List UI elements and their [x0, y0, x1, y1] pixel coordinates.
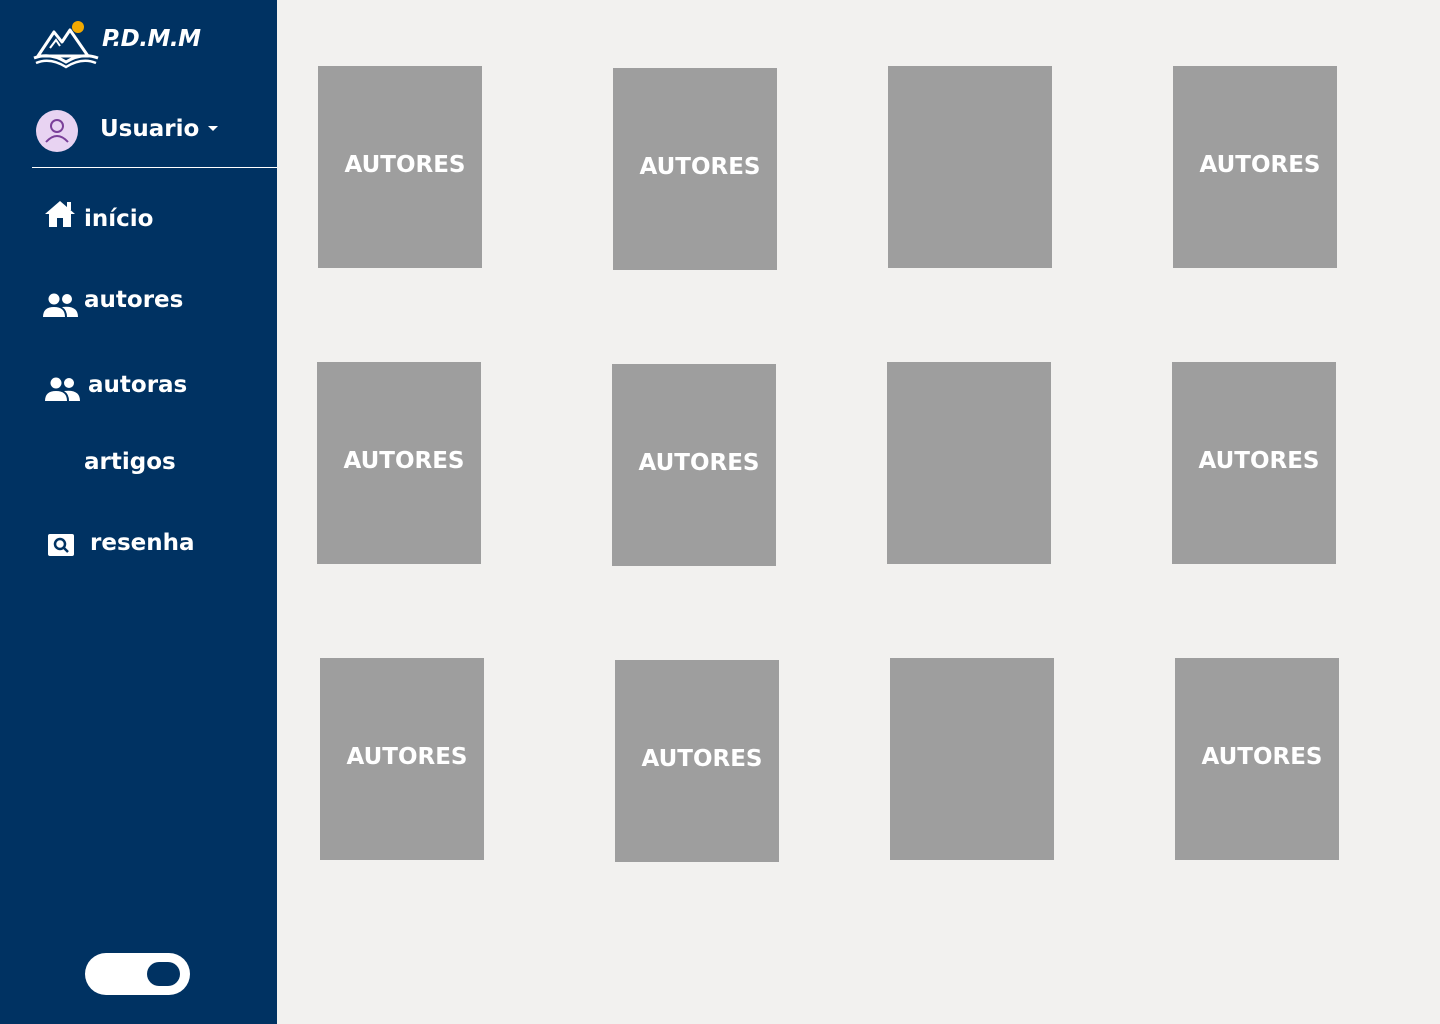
card-label: AUTORES [638, 450, 760, 476]
sidebar-item-autores[interactable]: autores [42, 284, 262, 324]
image-search-icon [48, 534, 74, 556]
user-avatar-icon [36, 110, 78, 152]
user-menu[interactable]: Usuario [36, 109, 266, 153]
theme-toggle[interactable] [85, 953, 190, 995]
sidebar: P.D.M.M Usuario início autores autoras a… [0, 0, 277, 1024]
card[interactable]: AUTORES [1175, 658, 1339, 860]
sidebar-item-artigos[interactable]: artigos [42, 446, 262, 486]
card[interactable]: AUTORES [320, 658, 484, 860]
card[interactable]: AUTORES [317, 362, 481, 564]
home-icon [45, 201, 75, 227]
people-icon [45, 377, 80, 401]
open-book-mountains-icon [33, 21, 99, 69]
card-label: AUTORES [1201, 744, 1323, 770]
card[interactable]: AUTORES [318, 66, 482, 268]
card[interactable] [887, 362, 1051, 564]
sidebar-item-resenha[interactable]: resenha [42, 526, 262, 566]
sidebar-item-label: resenha [90, 530, 195, 556]
card[interactable]: AUTORES [1173, 66, 1337, 268]
caret-down-icon[interactable] [208, 126, 218, 131]
card-label: AUTORES [1198, 448, 1320, 474]
card[interactable]: AUTORES [615, 660, 779, 862]
card-label: AUTORES [343, 448, 465, 474]
card-label: AUTORES [641, 746, 763, 772]
people-icon [43, 293, 78, 317]
sidebar-divider [32, 167, 277, 168]
card-label: AUTORES [639, 154, 761, 180]
card[interactable]: AUTORES [612, 364, 776, 566]
card-label: AUTORES [344, 152, 466, 178]
sidebar-item-inicio[interactable]: início [42, 198, 262, 238]
card[interactable]: AUTORES [613, 68, 777, 270]
sidebar-item-label: artigos [84, 449, 176, 475]
user-name: Usuario [100, 116, 200, 142]
toggle-knob [147, 962, 180, 986]
card[interactable] [890, 658, 1054, 860]
card[interactable] [888, 66, 1052, 268]
card-label: AUTORES [346, 744, 468, 770]
sidebar-item-label: início [84, 206, 154, 232]
card[interactable]: AUTORES [1172, 362, 1336, 564]
brand-logo[interactable]: P.D.M.M [32, 18, 202, 70]
card-label: AUTORES [1199, 152, 1321, 178]
brand-name: P.D.M.M [102, 26, 201, 52]
sidebar-item-label: autores [84, 287, 184, 313]
sidebar-item-label: autoras [88, 372, 188, 398]
sidebar-item-autoras[interactable]: autoras [42, 368, 262, 408]
